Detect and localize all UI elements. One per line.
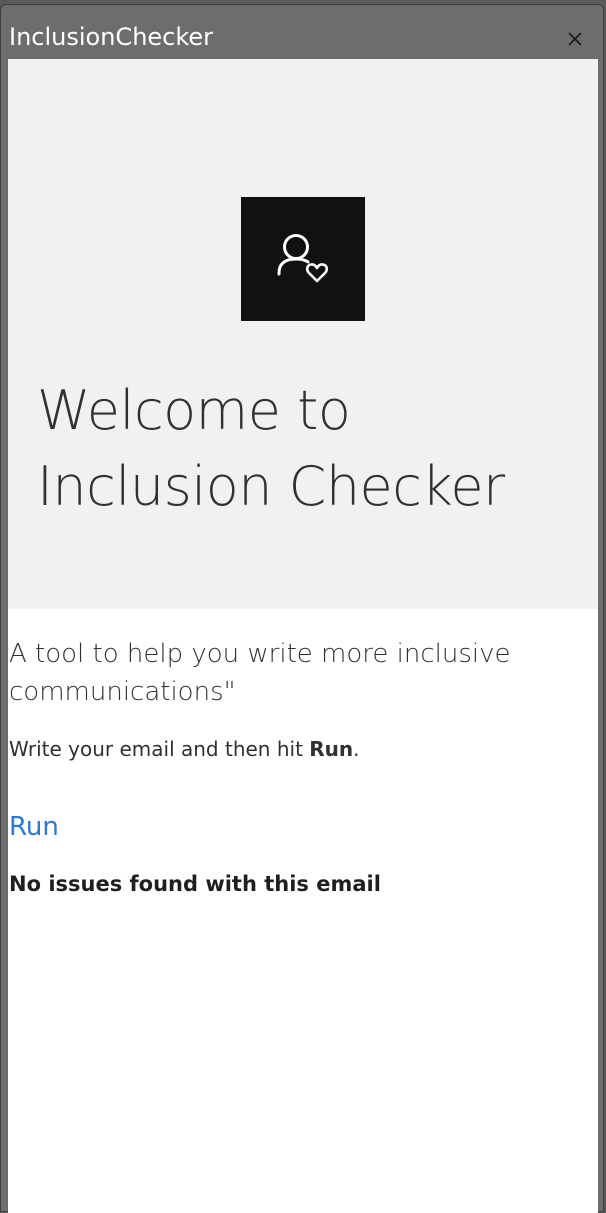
- instruction-run-bold: Run: [309, 737, 354, 761]
- window-title: InclusionChecker: [9, 23, 214, 51]
- hero-banner: Welcome to Inclusion Checker: [8, 59, 598, 609]
- result-message: No issues found with this email: [9, 872, 381, 896]
- close-button[interactable]: [561, 25, 589, 53]
- instruction-prefix: Write your email and then hit: [9, 737, 310, 761]
- app-logo: [241, 197, 365, 321]
- welcome-heading: Welcome to Inclusion Checker: [37, 379, 505, 518]
- taskpane-content: Welcome to Inclusion Checker A tool to h…: [8, 59, 598, 1213]
- title-bar: InclusionChecker: [1, 5, 603, 59]
- taskpane-window: InclusionChecker Welcome to Inclusion Ch…: [0, 4, 604, 1213]
- close-icon: [568, 32, 582, 46]
- run-button[interactable]: Run: [9, 809, 59, 845]
- instruction-suffix: .: [353, 737, 360, 761]
- person-heart-icon: [277, 234, 329, 283]
- tool-description: A tool to help you write more inclusive …: [9, 639, 511, 707]
- instruction-text: Write your email and then hit Run.: [9, 735, 360, 763]
